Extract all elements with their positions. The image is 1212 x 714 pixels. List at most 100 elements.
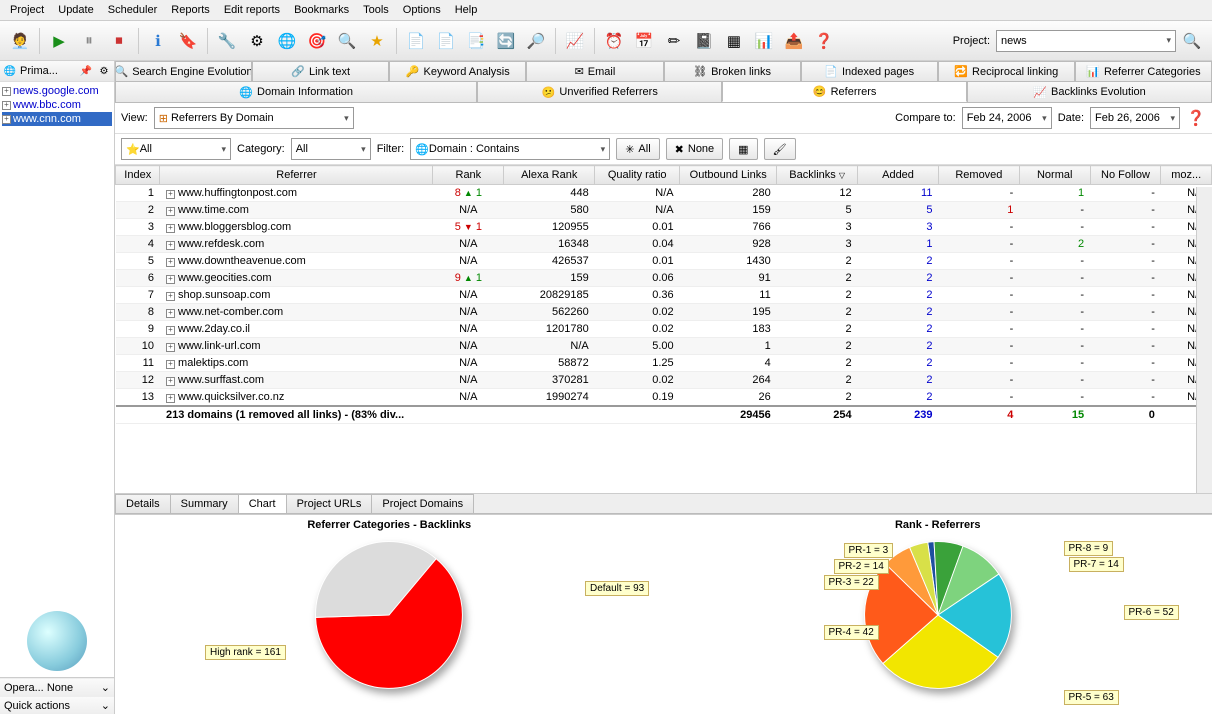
tab-search-engine-evolution[interactable]: 🔍Search Engine Evolution bbox=[115, 61, 252, 81]
tree-item[interactable]: +www.bbc.com bbox=[2, 98, 112, 112]
expand-icon[interactable]: + bbox=[166, 326, 175, 335]
menu-help[interactable]: Help bbox=[449, 2, 484, 18]
chevron-down-icon[interactable]: ⌄ bbox=[101, 681, 110, 694]
tool-5-icon[interactable]: 🔍 bbox=[333, 27, 361, 55]
col-added[interactable]: Added bbox=[858, 166, 939, 185]
tab-broken-links[interactable]: ⛓Broken links bbox=[664, 61, 801, 81]
expand-icon[interactable]: + bbox=[166, 377, 175, 386]
vertical-scrollbar[interactable] bbox=[1196, 187, 1212, 493]
col-referrer[interactable]: Referrer bbox=[160, 166, 433, 185]
bottom-tab-details[interactable]: Details bbox=[115, 494, 171, 513]
grid-icon[interactable]: ▦ bbox=[720, 27, 748, 55]
tab-unverified-referrers[interactable]: 😕Unverified Referrers bbox=[477, 81, 722, 102]
view-select[interactable]: ⊞ Referrers By Domain bbox=[154, 107, 354, 129]
tree-item[interactable]: +news.google.com bbox=[2, 84, 112, 98]
expand-icon[interactable]: + bbox=[166, 258, 175, 267]
doc-search-icon[interactable]: 🔎 bbox=[522, 27, 550, 55]
menu-reports[interactable]: Reports bbox=[165, 2, 216, 18]
filter-none-button[interactable]: ✖ None bbox=[666, 138, 724, 160]
table-row[interactable]: 8+ www.net-comber.comN/A5622600.0219522-… bbox=[116, 304, 1212, 321]
tab-reciprocal-linking[interactable]: 🔁Reciprocal linking bbox=[938, 61, 1075, 81]
chart-icon[interactable]: 📈 bbox=[561, 27, 589, 55]
table-row[interactable]: 12+ www.surffast.comN/A3702810.0226422--… bbox=[116, 372, 1212, 389]
tree-item[interactable]: +www.cnn.com bbox=[2, 112, 112, 126]
filter-all-button[interactable]: ✳ All bbox=[616, 138, 659, 160]
table-row[interactable]: 3+ www.bloggersblog.com5 ▼ 11209550.0176… bbox=[116, 219, 1212, 236]
table-row[interactable]: 4+ www.refdesk.comN/A163480.0492831-2-N/… bbox=[116, 236, 1212, 253]
data-grid[interactable]: IndexReferrerRankAlexa RankQuality ratio… bbox=[115, 165, 1212, 494]
tab-referrers[interactable]: 😊Referrers bbox=[722, 81, 967, 102]
columns-button[interactable]: ▦ bbox=[729, 138, 757, 160]
info-icon[interactable]: ℹ bbox=[144, 27, 172, 55]
table-row[interactable]: 11+ malektips.comN/A588721.25422---N/A bbox=[116, 355, 1212, 372]
tab-referrer-categories[interactable]: 📊Referrer Categories bbox=[1075, 61, 1212, 81]
tool-2-icon[interactable]: ⚙ bbox=[243, 27, 271, 55]
table-row[interactable]: 6+ www.geocities.com9 ▲ 11590.069122---N… bbox=[116, 270, 1212, 287]
bookmark-icon[interactable]: 🔖 bbox=[174, 27, 202, 55]
help-icon[interactable]: ❓ bbox=[810, 27, 838, 55]
col-index[interactable]: Index bbox=[116, 166, 160, 185]
search-project-icon[interactable]: 🔍 bbox=[1178, 27, 1206, 55]
stop-icon[interactable]: ⏹ bbox=[105, 27, 133, 55]
chevron-down-icon[interactable]: ⌄ bbox=[101, 699, 110, 712]
table-row[interactable]: 10+ www.link-url.comN/AN/A5.00122---N/A bbox=[116, 338, 1212, 355]
doc-copy-icon[interactable]: 📑 bbox=[462, 27, 490, 55]
col-normal[interactable]: Normal bbox=[1019, 166, 1090, 185]
pause-icon[interactable]: ⏸ bbox=[75, 27, 103, 55]
col-moz[interactable]: moz... bbox=[1161, 166, 1212, 185]
tool-3-icon[interactable]: 🌐 bbox=[273, 27, 301, 55]
date-select[interactable]: Feb 26, 2006 bbox=[1090, 107, 1180, 129]
expand-icon[interactable]: + bbox=[2, 115, 11, 124]
table-row[interactable]: 9+ www.2day.co.ilN/A12017800.0218322---N… bbox=[116, 321, 1212, 338]
help-agent-icon[interactable]: 🧑‍💼 bbox=[6, 27, 34, 55]
menu-project[interactable]: Project bbox=[4, 2, 50, 18]
tool-4-icon[interactable]: 🎯 bbox=[303, 27, 331, 55]
tab-domain-information[interactable]: 🌐Domain Information bbox=[115, 81, 477, 102]
expand-icon[interactable]: + bbox=[166, 394, 175, 403]
filter-select[interactable]: 🌐 Domain : Contains bbox=[410, 138, 610, 160]
menu-update[interactable]: Update bbox=[52, 2, 99, 18]
expand-icon[interactable]: + bbox=[166, 190, 175, 199]
tool-1-icon[interactable]: 🔧 bbox=[213, 27, 241, 55]
operations-row[interactable]: Opera... None ⌄ bbox=[0, 678, 114, 696]
expand-icon[interactable]: + bbox=[166, 207, 175, 216]
help-icon[interactable]: ❓ bbox=[1186, 108, 1206, 128]
compare-date[interactable]: Feb 24, 2006 bbox=[962, 107, 1052, 129]
expand-icon[interactable]: + bbox=[2, 101, 11, 110]
bottom-tab-summary[interactable]: Summary bbox=[170, 494, 239, 513]
gear-icon[interactable]: ⚙ bbox=[96, 63, 112, 79]
table-row[interactable]: 2+ www.time.comN/A580N/A159551--N/A bbox=[116, 202, 1212, 219]
category-select[interactable]: All bbox=[291, 138, 371, 160]
expand-icon[interactable]: + bbox=[166, 343, 175, 352]
pin-icon[interactable]: 📌 bbox=[78, 63, 94, 79]
tab-backlinks-evolution[interactable]: 📈Backlinks Evolution bbox=[967, 81, 1212, 102]
col-outboundlinks[interactable]: Outbound Links bbox=[680, 166, 777, 185]
menu-edit-reports[interactable]: Edit reports bbox=[218, 2, 286, 18]
table-row[interactable]: 13+ www.quicksilver.co.nzN/A19902740.192… bbox=[116, 389, 1212, 407]
alarm-icon[interactable]: ⏰ bbox=[600, 27, 628, 55]
expand-icon[interactable]: + bbox=[166, 275, 175, 284]
doc-del-icon[interactable]: 📄 bbox=[432, 27, 460, 55]
bottom-tab-project-urls[interactable]: Project URLs bbox=[286, 494, 373, 513]
doc-new-icon[interactable]: 📄 bbox=[402, 27, 430, 55]
project-select[interactable]: news bbox=[996, 30, 1176, 52]
tab-link-text[interactable]: 🔗Link text bbox=[252, 61, 389, 81]
bottom-tab-chart[interactable]: Chart bbox=[238, 494, 287, 513]
expand-icon[interactable]: + bbox=[166, 224, 175, 233]
col-rank[interactable]: Rank bbox=[433, 166, 504, 185]
col-alexarank[interactable]: Alexa Rank bbox=[504, 166, 595, 185]
expand-icon[interactable]: + bbox=[166, 360, 175, 369]
report-icon[interactable]: 📊 bbox=[750, 27, 778, 55]
col-removed[interactable]: Removed bbox=[938, 166, 1019, 185]
export-icon[interactable]: 📤 bbox=[780, 27, 808, 55]
star-icon[interactable]: ★ bbox=[363, 27, 391, 55]
schedule-icon[interactable]: 📅 bbox=[630, 27, 658, 55]
expand-icon[interactable]: + bbox=[166, 241, 175, 250]
scope-select[interactable]: ⭐ All bbox=[121, 138, 231, 160]
menu-scheduler[interactable]: Scheduler bbox=[102, 2, 164, 18]
table-row[interactable]: 5+ www.downtheavenue.comN/A4265370.01143… bbox=[116, 253, 1212, 270]
doc-refresh-icon[interactable]: 🔄 bbox=[492, 27, 520, 55]
menu-options[interactable]: Options bbox=[397, 2, 447, 18]
bottom-tab-project-domains[interactable]: Project Domains bbox=[371, 494, 474, 513]
expand-icon[interactable]: + bbox=[2, 87, 11, 96]
